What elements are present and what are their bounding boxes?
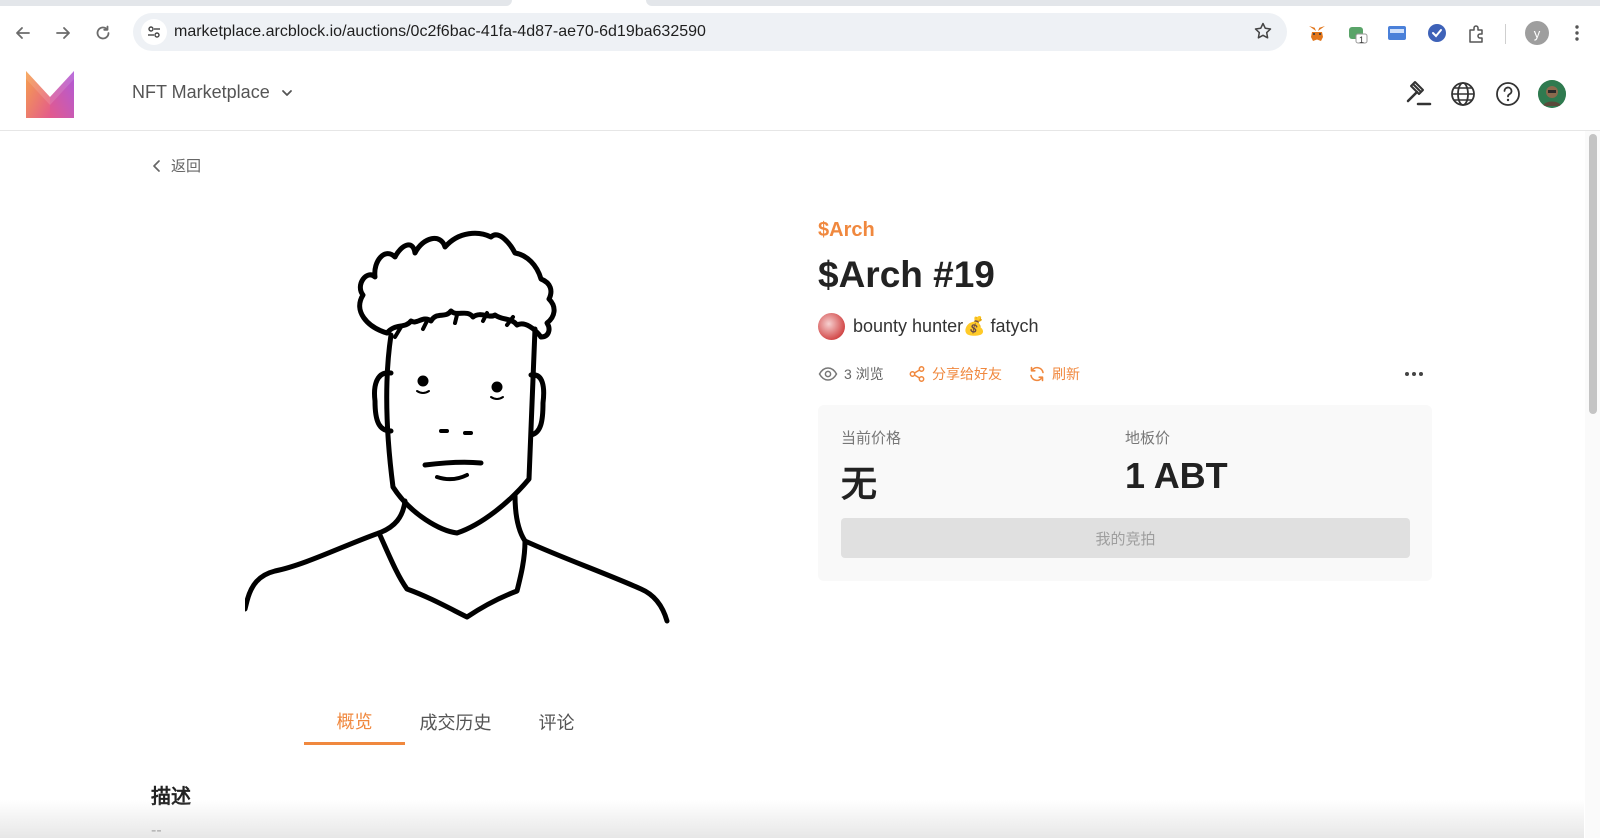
- floor-price-label: 地板价: [1125, 430, 1171, 447]
- address-bar[interactable]: marketplace.arcblock.io/auctions/0c2f6ba…: [133, 13, 1287, 51]
- back-link[interactable]: 返回: [151, 155, 201, 176]
- browser-reload-button[interactable]: [90, 20, 116, 46]
- tab-comments[interactable]: 评论: [506, 700, 607, 744]
- arrow-left-icon: [16, 27, 30, 39]
- browser-toolbar: marketplace.arcblock.io/auctions/0c2f6ba…: [0, 7, 1600, 59]
- nft-meta-row: 3 浏览 分享给好友 刷新: [818, 362, 1426, 386]
- bottom-fade: [0, 800, 1584, 838]
- profile-avatar[interactable]: y: [1525, 21, 1549, 45]
- extensions-puzzle-icon[interactable]: [1466, 22, 1488, 44]
- eye-icon: [818, 367, 838, 381]
- owner-link[interactable]: bounty hunter💰 fatych: [818, 313, 1039, 340]
- price-card: 当前价格 无 地板价 1 ABT 我的竞拍: [818, 405, 1432, 581]
- owner-avatar: [818, 313, 845, 340]
- browser-tab[interactable]: [0, 0, 512, 6]
- nft-image[interactable]: [242, 225, 670, 635]
- check-extension-icon[interactable]: [1426, 22, 1448, 44]
- current-price-label: 当前价格: [841, 430, 902, 447]
- collection-link[interactable]: $Arch: [818, 219, 875, 242]
- browser-tab[interactable]: [646, 0, 1600, 6]
- page-scrollbar-thumb[interactable]: [1589, 134, 1597, 414]
- description-value: --: [151, 822, 162, 839]
- reload-icon: [96, 25, 110, 40]
- detail-tabs: 概览 成交历史 评论: [304, 700, 607, 746]
- extension-badge: 1: [1359, 35, 1365, 45]
- tab-overview[interactable]: 概览: [304, 700, 405, 745]
- app-title: NFT Marketplace: [132, 82, 270, 102]
- refresh-icon: [1030, 366, 1044, 382]
- site-settings-icon[interactable]: [141, 19, 167, 45]
- bookmark-star-icon[interactable]: [1253, 21, 1273, 46]
- refresh-button[interactable]: 刷新: [1028, 364, 1080, 384]
- card-extension-icon[interactable]: [1386, 22, 1408, 44]
- wallet-extension-icon[interactable]: 1: [1346, 22, 1368, 45]
- help-icon: [1496, 82, 1520, 106]
- marketplace-logo[interactable]: [26, 71, 74, 118]
- profile-initial: y: [1533, 25, 1541, 41]
- more-horizontal-icon: [1405, 372, 1423, 376]
- user-avatar[interactable]: [1538, 80, 1566, 108]
- floor-price-value: 1 ABT: [1125, 455, 1228, 496]
- browser-back-button[interactable]: [10, 20, 36, 46]
- my-bid-button[interactable]: 我的竞拍: [841, 518, 1410, 558]
- share-button[interactable]: 分享给好友: [908, 364, 1002, 384]
- view-count: 3 浏览: [818, 364, 884, 384]
- language-button[interactable]: [1448, 79, 1478, 109]
- refresh-label: 刷新: [1052, 366, 1080, 382]
- view-count-text: 3 浏览: [844, 366, 884, 382]
- description-heading: 描述: [151, 786, 191, 808]
- chevron-left-icon: [153, 159, 160, 172]
- browser-menu-icon[interactable]: [1566, 22, 1588, 44]
- metamask-extension-icon[interactable]: [1306, 22, 1328, 44]
- auction-hammer-button[interactable]: [1403, 79, 1433, 109]
- share-label: 分享给好友: [932, 366, 1002, 382]
- help-button[interactable]: [1493, 79, 1523, 109]
- gavel-icon: [1406, 81, 1432, 106]
- browser-forward-button[interactable]: [50, 20, 76, 46]
- browser-tab-strip: [0, 0, 1600, 7]
- owner-name: bounty hunter💰 fatych: [853, 316, 1039, 336]
- arrow-right-icon: [56, 27, 70, 39]
- current-price-value: 无: [841, 463, 878, 504]
- back-label: 返回: [171, 158, 202, 175]
- more-options-button[interactable]: [1402, 362, 1426, 389]
- app-switcher[interactable]: NFT Marketplace: [132, 82, 294, 103]
- nft-title: $Arch #19: [818, 254, 995, 295]
- tab-trade-history[interactable]: 成交历史: [405, 700, 506, 744]
- share-icon: [909, 366, 925, 382]
- toolbar-divider: [1505, 24, 1506, 44]
- globe-icon: [1451, 82, 1475, 106]
- chevron-down-icon: [281, 89, 292, 96]
- app-header: NFT Marketplace: [0, 58, 1600, 131]
- url-text[interactable]: marketplace.arcblock.io/auctions/0c2f6ba…: [174, 23, 706, 41]
